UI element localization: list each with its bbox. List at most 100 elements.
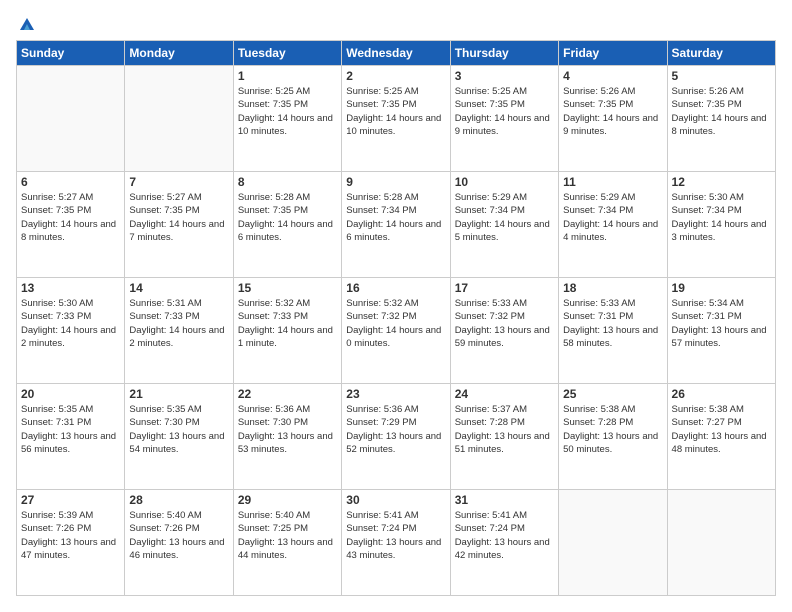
day-info: Sunrise: 5:31 AM Sunset: 7:33 PM Dayligh… bbox=[129, 297, 228, 350]
calendar-cell: 22 Sunrise: 5:36 AM Sunset: 7:30 PM Dayli… bbox=[233, 384, 341, 490]
day-number: 18 bbox=[563, 281, 662, 295]
day-number: 2 bbox=[346, 69, 445, 83]
day-info: Sunrise: 5:39 AM Sunset: 7:26 PM Dayligh… bbox=[21, 509, 120, 562]
day-info: Sunrise: 5:41 AM Sunset: 7:24 PM Dayligh… bbox=[346, 509, 445, 562]
calendar-cell: 19 Sunrise: 5:34 AM Sunset: 7:31 PM Dayli… bbox=[667, 278, 775, 384]
day-number: 14 bbox=[129, 281, 228, 295]
day-number: 3 bbox=[455, 69, 554, 83]
day-info: Sunrise: 5:34 AM Sunset: 7:31 PM Dayligh… bbox=[672, 297, 771, 350]
day-info: Sunrise: 5:36 AM Sunset: 7:29 PM Dayligh… bbox=[346, 403, 445, 456]
calendar-cell: 28 Sunrise: 5:40 AM Sunset: 7:26 PM Dayli… bbox=[125, 490, 233, 596]
calendar-cell: 25 Sunrise: 5:38 AM Sunset: 7:28 PM Dayli… bbox=[559, 384, 667, 490]
day-number: 9 bbox=[346, 175, 445, 189]
day-number: 27 bbox=[21, 493, 120, 507]
day-info: Sunrise: 5:32 AM Sunset: 7:32 PM Dayligh… bbox=[346, 297, 445, 350]
day-info: Sunrise: 5:30 AM Sunset: 7:34 PM Dayligh… bbox=[672, 191, 771, 244]
day-info: Sunrise: 5:40 AM Sunset: 7:26 PM Dayligh… bbox=[129, 509, 228, 562]
day-info: Sunrise: 5:35 AM Sunset: 7:30 PM Dayligh… bbox=[129, 403, 228, 456]
calendar-cell: 11 Sunrise: 5:29 AM Sunset: 7:34 PM Dayli… bbox=[559, 172, 667, 278]
calendar-cell: 18 Sunrise: 5:33 AM Sunset: 7:31 PM Dayli… bbox=[559, 278, 667, 384]
day-number: 30 bbox=[346, 493, 445, 507]
day-info: Sunrise: 5:41 AM Sunset: 7:24 PM Dayligh… bbox=[455, 509, 554, 562]
day-number: 12 bbox=[672, 175, 771, 189]
calendar-header-friday: Friday bbox=[559, 41, 667, 66]
day-number: 19 bbox=[672, 281, 771, 295]
calendar-header-saturday: Saturday bbox=[667, 41, 775, 66]
day-info: Sunrise: 5:28 AM Sunset: 7:34 PM Dayligh… bbox=[346, 191, 445, 244]
day-info: Sunrise: 5:27 AM Sunset: 7:35 PM Dayligh… bbox=[129, 191, 228, 244]
calendar: SundayMondayTuesdayWednesdayThursdayFrid… bbox=[16, 40, 776, 596]
calendar-cell: 16 Sunrise: 5:32 AM Sunset: 7:32 PM Dayli… bbox=[342, 278, 450, 384]
day-number: 8 bbox=[238, 175, 337, 189]
calendar-cell: 1Sunrise: 5:25 AM Sunset: 7:35 PM Daylig… bbox=[233, 66, 341, 172]
calendar-cell: 10Sunrise: 5:29 AM Sunset: 7:34 PM Dayli… bbox=[450, 172, 558, 278]
day-number: 31 bbox=[455, 493, 554, 507]
day-number: 16 bbox=[346, 281, 445, 295]
day-info: Sunrise: 5:35 AM Sunset: 7:31 PM Dayligh… bbox=[21, 403, 120, 456]
calendar-header-row: SundayMondayTuesdayWednesdayThursdayFrid… bbox=[17, 41, 776, 66]
day-info: Sunrise: 5:33 AM Sunset: 7:31 PM Dayligh… bbox=[563, 297, 662, 350]
day-number: 23 bbox=[346, 387, 445, 401]
day-number: 15 bbox=[238, 281, 337, 295]
day-number: 4 bbox=[563, 69, 662, 83]
day-info: Sunrise: 5:30 AM Sunset: 7:33 PM Dayligh… bbox=[21, 297, 120, 350]
day-number: 11 bbox=[563, 175, 662, 189]
calendar-header-tuesday: Tuesday bbox=[233, 41, 341, 66]
calendar-header-thursday: Thursday bbox=[450, 41, 558, 66]
calendar-cell: 8 Sunrise: 5:28 AM Sunset: 7:35 PM Daylig… bbox=[233, 172, 341, 278]
calendar-cell: 6Sunrise: 5:27 AM Sunset: 7:35 PM Daylig… bbox=[17, 172, 125, 278]
day-number: 20 bbox=[21, 387, 120, 401]
header bbox=[16, 16, 776, 30]
day-info: Sunrise: 5:28 AM Sunset: 7:35 PM Dayligh… bbox=[238, 191, 337, 244]
calendar-header-monday: Monday bbox=[125, 41, 233, 66]
day-number: 25 bbox=[563, 387, 662, 401]
day-number: 26 bbox=[672, 387, 771, 401]
day-info: Sunrise: 5:25 AM Sunset: 7:35 PM Dayligh… bbox=[238, 85, 337, 138]
calendar-cell bbox=[559, 490, 667, 596]
day-number: 6 bbox=[21, 175, 120, 189]
day-info: Sunrise: 5:37 AM Sunset: 7:28 PM Dayligh… bbox=[455, 403, 554, 456]
calendar-cell: 27 Sunrise: 5:39 AM Sunset: 7:26 PM Dayli… bbox=[17, 490, 125, 596]
day-info: Sunrise: 5:29 AM Sunset: 7:34 PM Dayligh… bbox=[563, 191, 662, 244]
day-number: 29 bbox=[238, 493, 337, 507]
calendar-cell: 13 Sunrise: 5:30 AM Sunset: 7:33 PM Dayli… bbox=[17, 278, 125, 384]
day-number: 13 bbox=[21, 281, 120, 295]
calendar-cell bbox=[125, 66, 233, 172]
calendar-cell: 14 Sunrise: 5:31 AM Sunset: 7:33 PM Dayli… bbox=[125, 278, 233, 384]
calendar-cell bbox=[17, 66, 125, 172]
calendar-cell: 29 Sunrise: 5:40 AM Sunset: 7:25 PM Dayli… bbox=[233, 490, 341, 596]
calendar-cell: 5Sunrise: 5:26 AM Sunset: 7:35 PM Daylig… bbox=[667, 66, 775, 172]
logo bbox=[16, 16, 36, 30]
calendar-cell: 15Sunrise: 5:32 AM Sunset: 7:33 PM Dayli… bbox=[233, 278, 341, 384]
day-info: Sunrise: 5:25 AM Sunset: 7:35 PM Dayligh… bbox=[455, 85, 554, 138]
day-number: 10 bbox=[455, 175, 554, 189]
logo-icon bbox=[18, 16, 36, 34]
calendar-cell: 20 Sunrise: 5:35 AM Sunset: 7:31 PM Dayli… bbox=[17, 384, 125, 490]
calendar-cell: 17Sunrise: 5:33 AM Sunset: 7:32 PM Dayli… bbox=[450, 278, 558, 384]
day-info: Sunrise: 5:36 AM Sunset: 7:30 PM Dayligh… bbox=[238, 403, 337, 456]
calendar-cell: 3 Sunrise: 5:25 AM Sunset: 7:35 PM Daylig… bbox=[450, 66, 558, 172]
day-info: Sunrise: 5:40 AM Sunset: 7:25 PM Dayligh… bbox=[238, 509, 337, 562]
calendar-week-row: 13 Sunrise: 5:30 AM Sunset: 7:33 PM Dayli… bbox=[17, 278, 776, 384]
day-number: 7 bbox=[129, 175, 228, 189]
page: SundayMondayTuesdayWednesdayThursdayFrid… bbox=[0, 0, 792, 612]
calendar-cell: 23 Sunrise: 5:36 AM Sunset: 7:29 PM Dayli… bbox=[342, 384, 450, 490]
day-info: Sunrise: 5:38 AM Sunset: 7:28 PM Dayligh… bbox=[563, 403, 662, 456]
day-number: 22 bbox=[238, 387, 337, 401]
calendar-week-row: 20 Sunrise: 5:35 AM Sunset: 7:31 PM Dayli… bbox=[17, 384, 776, 490]
calendar-cell bbox=[667, 490, 775, 596]
calendar-week-row: 6 Sunrise: 5:27 AM Sunset: 7:35 PM Daylig… bbox=[17, 172, 776, 278]
calendar-cell: 2Sunrise: 5:25 AM Sunset: 7:35 PM Daylig… bbox=[342, 66, 450, 172]
calendar-cell: 26 Sunrise: 5:38 AM Sunset: 7:27 PM Dayli… bbox=[667, 384, 775, 490]
calendar-cell: 21Sunrise: 5:35 AM Sunset: 7:30 PM Dayli… bbox=[125, 384, 233, 490]
day-info: Sunrise: 5:26 AM Sunset: 7:35 PM Dayligh… bbox=[672, 85, 771, 138]
calendar-week-row: 1Sunrise: 5:25 AM Sunset: 7:35 PM Daylig… bbox=[17, 66, 776, 172]
calendar-cell: 30 Sunrise: 5:41 AM Sunset: 7:24 PM Dayli… bbox=[342, 490, 450, 596]
calendar-header-sunday: Sunday bbox=[17, 41, 125, 66]
day-number: 28 bbox=[129, 493, 228, 507]
day-info: Sunrise: 5:26 AM Sunset: 7:35 PM Dayligh… bbox=[563, 85, 662, 138]
calendar-cell: 31 Sunrise: 5:41 AM Sunset: 7:24 PM Dayli… bbox=[450, 490, 558, 596]
day-info: Sunrise: 5:38 AM Sunset: 7:27 PM Dayligh… bbox=[672, 403, 771, 456]
calendar-cell: 12 Sunrise: 5:30 AM Sunset: 7:34 PM Dayli… bbox=[667, 172, 775, 278]
calendar-cell: 24Sunrise: 5:37 AM Sunset: 7:28 PM Dayli… bbox=[450, 384, 558, 490]
